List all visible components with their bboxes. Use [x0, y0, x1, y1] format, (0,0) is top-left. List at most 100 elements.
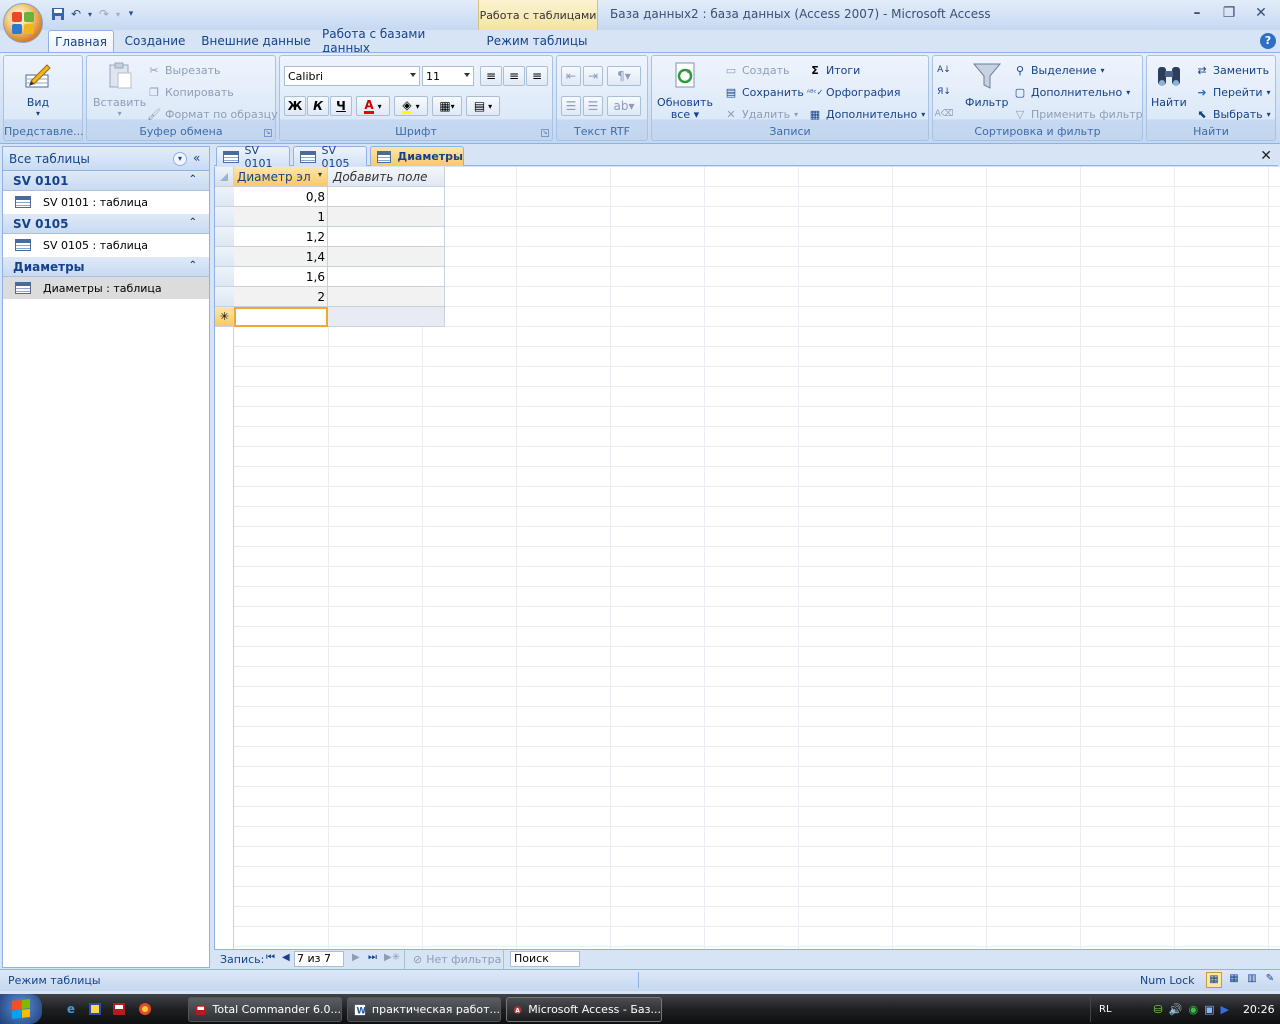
table-cell-add-field[interactable] — [328, 267, 445, 287]
totals-button[interactable]: Σ Итоги — [808, 60, 860, 80]
sort-ascending-button[interactable]: A↓ — [937, 60, 951, 80]
first-record-icon[interactable]: ⏮ — [266, 952, 275, 963]
filter-button[interactable]: Фильтр — [965, 60, 1009, 109]
select-all-corner[interactable] — [215, 167, 234, 187]
customize-qat-icon[interactable]: ▾ — [124, 6, 138, 22]
table-cell-add-field[interactable] — [328, 207, 445, 227]
close-document-icon[interactable]: ✕ — [1260, 148, 1272, 164]
nav-item-diameters[interactable]: Диаметры : таблица — [3, 277, 209, 299]
replace-button[interactable]: ⇄ Заменить — [1195, 60, 1269, 80]
copy-button[interactable]: ❐ Копировать — [147, 82, 234, 102]
redo-dropdown-icon[interactable]: ▾ — [114, 6, 122, 22]
nav-item-sv0101[interactable]: SV 0101 : таблица — [3, 191, 209, 213]
bullets-button[interactable]: ☰ — [583, 96, 603, 116]
nav-item-sv0105[interactable]: SV 0105 : таблица — [3, 234, 209, 256]
fill-color-button[interactable]: ◈ ▾ — [394, 96, 428, 116]
undo-dropdown-icon[interactable]: ▾ — [86, 6, 94, 22]
current-record-field[interactable]: 7 из 7 — [294, 951, 344, 967]
font-launcher-icon[interactable]: ↘ — [541, 129, 549, 137]
record-selector[interactable] — [215, 207, 234, 227]
new-record-nav-icon[interactable]: ▶✳ — [384, 952, 400, 963]
minimize-icon[interactable]: – — [1186, 4, 1208, 22]
save-icon[interactable] — [50, 6, 66, 22]
underline-button[interactable]: Ч — [330, 96, 352, 116]
sort-descending-button[interactable]: Я↓ — [937, 82, 951, 102]
view-button[interactable]: Вид ▾ — [22, 60, 54, 118]
table-cell-diameter[interactable]: 1,2 — [234, 227, 328, 247]
close-icon[interactable]: ✕ — [1250, 4, 1272, 22]
table-cell-diameter[interactable]: 1,4 — [234, 247, 328, 267]
language-indicator[interactable]: RL — [1099, 1004, 1112, 1015]
doc-tab-sv0101[interactable]: SV 0101 — [216, 144, 290, 170]
restore-icon[interactable]: ❐ — [1218, 4, 1240, 22]
tab-datasheet[interactable]: Режим таблицы — [484, 30, 590, 52]
quick-launch-icon[interactable] — [86, 1000, 104, 1018]
total-commander-quick-icon[interactable] — [110, 1000, 128, 1018]
selection-filter-button[interactable]: ⚲ Выделение ▾ — [1013, 60, 1105, 80]
nav-group-sv0101[interactable]: SV 0101 ⌃ — [3, 171, 209, 191]
font-size-combo[interactable]: 11 — [422, 66, 474, 86]
search-input[interactable]: Поиск — [510, 951, 580, 967]
gridlines-button[interactable]: ▦ ▾ — [432, 96, 462, 116]
alt-fill-button[interactable]: ▤ ▾ — [466, 96, 500, 116]
next-record-icon[interactable]: ▶ — [352, 952, 360, 963]
decrease-indent-button[interactable]: ⇤ — [561, 66, 581, 86]
align-center-button[interactable]: ≡ — [503, 66, 525, 86]
increase-indent-button[interactable]: ⇥ — [583, 66, 603, 86]
more-records-button[interactable]: ▦ Дополнительно ▾ — [808, 104, 925, 124]
column-header-add-field[interactable]: Добавить поле — [328, 167, 445, 187]
refresh-all-button[interactable]: Обновить все ▾ — [656, 60, 714, 121]
tray-app-icon[interactable]: ◉ — [1188, 1003, 1198, 1016]
tray-monitor-icon[interactable]: ▣ — [1204, 1003, 1214, 1016]
internet-explorer-icon[interactable]: e — [62, 1000, 80, 1018]
italic-button[interactable]: К — [307, 96, 329, 116]
clipboard-launcher-icon[interactable]: ↘ — [264, 129, 272, 137]
format-painter-button[interactable]: 🖌 Формат по образцу — [147, 104, 278, 124]
datasheet-view-status-icon[interactable]: ▦ — [1206, 972, 1222, 988]
design-view-icon[interactable]: ✎ — [1262, 972, 1278, 988]
start-button[interactable] — [0, 994, 42, 1024]
new-record-add-field-cell[interactable] — [328, 307, 445, 327]
find-button[interactable]: Найти — [1151, 60, 1187, 109]
doc-tab-diameters[interactable]: Диаметры — [370, 146, 464, 166]
table-cell-diameter[interactable]: 1 — [234, 207, 328, 227]
volume-icon[interactable]: 🔊 — [1169, 1003, 1183, 1016]
task-total-commander[interactable]: Total Commander 6.0... — [188, 997, 342, 1022]
collapse-group-icon[interactable]: ⌃ — [189, 260, 197, 271]
record-selector[interactable] — [215, 227, 234, 247]
table-cell-add-field[interactable] — [328, 287, 445, 307]
tab-external-data[interactable]: Внешние данные — [200, 30, 312, 52]
new-record-cell[interactable] — [234, 307, 328, 327]
toggle-filter-button[interactable]: ▽ Применить фильтр — [1013, 104, 1143, 124]
record-selector[interactable] — [215, 247, 234, 267]
collapse-group-icon[interactable]: ⌃ — [189, 217, 197, 228]
pivottable-view-icon[interactable]: ▦ — [1226, 972, 1242, 988]
bold-button[interactable]: Ж — [284, 96, 306, 116]
tab-database-tools[interactable]: Работа с базами данных — [322, 27, 470, 55]
nav-menu-dropdown-icon[interactable]: ▾ — [173, 152, 187, 166]
pivotchart-view-icon[interactable]: ▥ — [1244, 972, 1260, 988]
new-record-marker-icon[interactable]: ✳ — [215, 307, 234, 327]
doc-tab-sv0105[interactable]: SV 0105 — [293, 144, 367, 170]
nav-pane-header[interactable]: Все таблицы ▾ « — [3, 147, 209, 171]
select-button[interactable]: ⬉ Выбрать ▾ — [1195, 104, 1270, 124]
column-sort-dropdown-icon[interactable]: ▾ — [318, 170, 322, 179]
table-cell-add-field[interactable] — [328, 227, 445, 247]
goto-button[interactable]: ➜ Перейти ▾ — [1195, 82, 1270, 102]
highlight-button[interactable]: ab▾ — [607, 96, 641, 116]
record-selector[interactable] — [215, 287, 234, 307]
table-cell-diameter[interactable]: 2 — [234, 287, 328, 307]
paragraph-direction-button[interactable]: ¶▾ — [607, 66, 641, 86]
spelling-button[interactable]: ᴬᴮᶜ✓ Орфография — [807, 82, 901, 102]
advanced-filter-button[interactable]: ▢ Дополнительно ▾ — [1013, 82, 1130, 102]
table-cell-diameter[interactable]: 1,6 — [234, 267, 328, 287]
paste-button[interactable]: Вставить ▾ — [93, 60, 146, 118]
save-record-button[interactable]: ▤ Сохранить — [724, 82, 804, 102]
task-microsoft-access[interactable]: A Microsoft Access - Баз... — [506, 997, 662, 1022]
record-selector[interactable] — [215, 187, 234, 207]
new-record-button[interactable]: ▭ Создать — [724, 60, 790, 80]
redo-icon[interactable]: ↷ — [96, 6, 112, 22]
record-selector[interactable] — [215, 267, 234, 287]
collapse-group-icon[interactable]: ⌃ — [189, 174, 197, 185]
previous-record-icon[interactable]: ◀ — [282, 952, 290, 963]
